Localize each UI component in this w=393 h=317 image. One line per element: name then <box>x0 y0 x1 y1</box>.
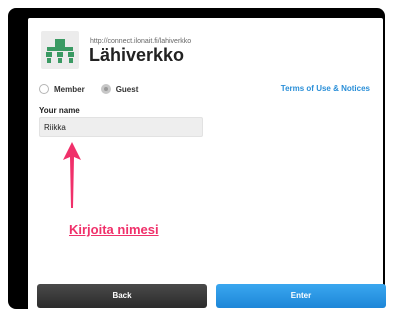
name-field-label: Your name <box>39 106 80 115</box>
back-button[interactable]: Back <box>37 284 207 308</box>
site-url: http://connect.ilonait.fi/lahiverkko <box>90 38 192 45</box>
page-title: Lähiverkko <box>89 45 185 65</box>
enter-button[interactable]: Enter <box>216 284 386 308</box>
name-input[interactable] <box>39 117 203 137</box>
annotation-text: Kirjoita nimesi <box>69 222 159 237</box>
member-label[interactable]: Member <box>54 85 85 94</box>
login-panel: http://connect.ilonait.fi/lahiverkko Läh… <box>28 18 386 314</box>
device-frame: http://connect.ilonait.fi/lahiverkko Läh… <box>8 8 386 314</box>
network-logo-icon <box>41 31 79 69</box>
terms-link[interactable]: Terms of Use & Notices <box>281 84 370 93</box>
guest-radio[interactable] <box>100 84 111 94</box>
guest-label[interactable]: Guest <box>116 85 139 94</box>
arrow-up-icon <box>63 142 81 208</box>
member-radio[interactable] <box>39 84 49 94</box>
user-type-selector: Member Guest <box>39 82 138 96</box>
